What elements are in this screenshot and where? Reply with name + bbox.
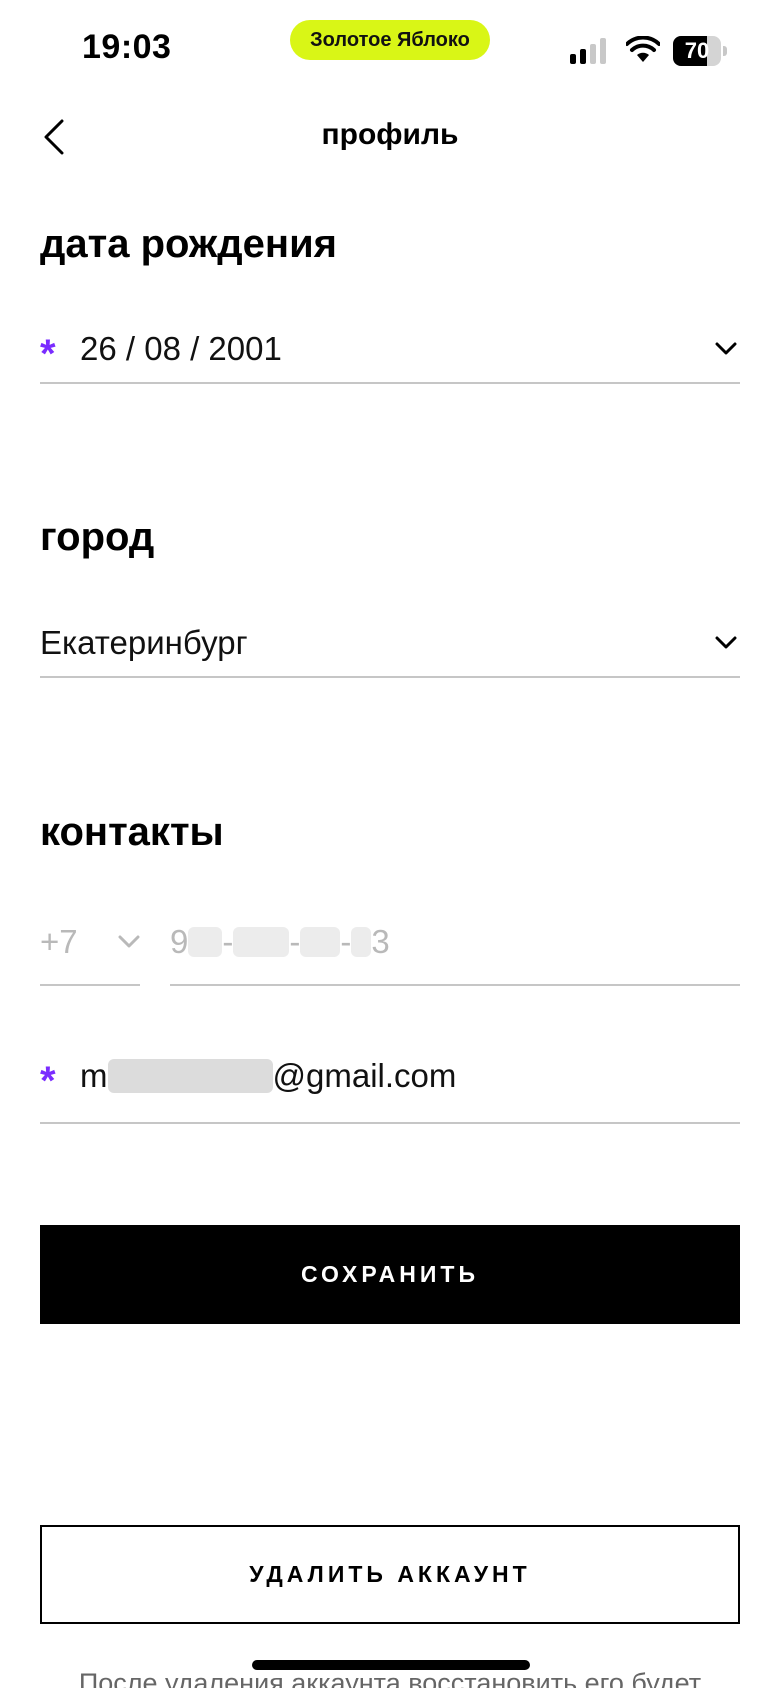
profile-screen: 19:03 Золотое Яблоко 70 профиль дата рож… — [0, 0, 780, 1688]
battery-level-text: 70 — [684, 38, 710, 63]
birth-date-title: дата рождения — [40, 222, 338, 266]
phone-code-select[interactable]: +7 — [40, 900, 140, 986]
delete-warning-text: После удаления аккаунта восстановить его… — [78, 1668, 702, 1688]
redacted-block — [107, 1059, 273, 1093]
save-button[interactable]: СОХРАНИТЬ — [40, 1225, 740, 1324]
phone-digit: 9 — [170, 923, 189, 960]
email-domain: @gmail.com — [272, 1057, 457, 1094]
delete-account-button[interactable]: УДАЛИТЬ АККАУНТ — [40, 1525, 740, 1624]
required-asterisk: * — [40, 1059, 56, 1103]
home-indicator[interactable] — [252, 1660, 530, 1670]
phone-separator: - — [340, 923, 352, 960]
email-field[interactable]: * m @gmail.com — [40, 1030, 740, 1124]
email-value: m @gmail.com — [80, 1057, 456, 1095]
chevron-down-icon — [712, 335, 740, 363]
phone-number-field[interactable]: 9 - - - 3 — [170, 900, 740, 986]
contacts-title: контакты — [40, 810, 224, 854]
required-asterisk: * — [40, 332, 56, 376]
phone-separator: - — [222, 923, 234, 960]
app-indicator-pill[interactable]: Золотое Яблоко — [290, 20, 490, 60]
phone-code-value: +7 — [40, 923, 78, 960]
page-title: профиль — [321, 118, 459, 151]
wifi-icon — [625, 35, 661, 64]
birth-date-select[interactable]: * 26 / 08 / 2001 — [40, 316, 740, 384]
birth-date-value: 26 / 08 / 2001 — [80, 330, 282, 367]
redacted-block — [188, 927, 223, 957]
chevron-down-icon — [118, 935, 140, 949]
email-prefix: m — [80, 1057, 108, 1094]
redacted-block — [300, 927, 341, 957]
city-title: город — [40, 515, 155, 559]
redacted-block — [351, 927, 372, 957]
cellular-signal-icon — [570, 38, 610, 64]
phone-digit: 3 — [371, 923, 390, 960]
city-select[interactable]: Екатеринбург — [40, 610, 740, 678]
status-time: 19:03 — [82, 28, 172, 66]
phone-separator: - — [289, 923, 301, 960]
city-value: Екатеринбург — [40, 624, 248, 661]
redacted-block — [233, 927, 290, 957]
battery-icon: 70 — [673, 36, 727, 66]
chevron-down-icon — [712, 629, 740, 657]
